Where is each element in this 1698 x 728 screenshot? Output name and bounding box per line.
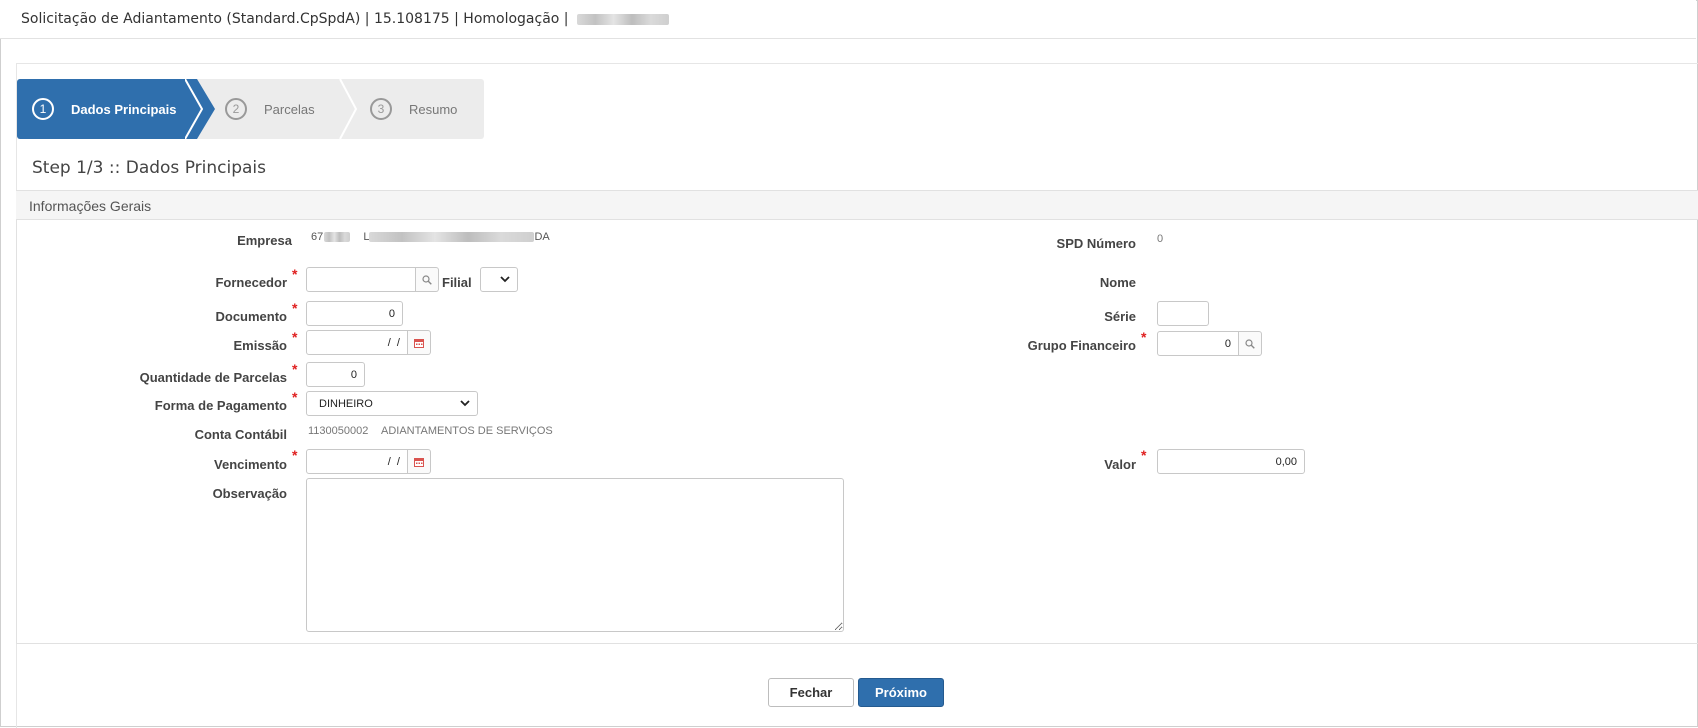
required-mark: * [292, 266, 298, 282]
documento-label: Documento [215, 309, 288, 324]
step-divider [185, 79, 203, 139]
empresa-code: 67 [311, 231, 324, 243]
magnifier-icon [1245, 338, 1255, 349]
wizard-steps: 1 Dados Principais 2 Parcelas 3 Resumo [17, 79, 484, 139]
step-number-2: 2 [225, 98, 247, 120]
required-mark: * [292, 361, 298, 377]
chevron-down-icon [500, 276, 510, 283]
calendar-icon [414, 457, 424, 467]
step-divider [339, 79, 357, 139]
quantidade-parcelas-input[interactable] [306, 362, 365, 387]
serie-label: Série [1104, 309, 1136, 324]
required-mark: * [1141, 447, 1147, 463]
step-label-1: Dados Principais [71, 101, 177, 117]
spd-numero-label: SPD Número [1056, 236, 1136, 251]
required-mark: * [292, 329, 298, 345]
forma-pagamento-select[interactable]: DINHEIRO [306, 391, 478, 416]
filial-select[interactable] [480, 267, 518, 292]
filial-label: Filial [442, 275, 472, 290]
step-number-3: 3 [370, 98, 392, 120]
emissao-label: Emissão [233, 338, 287, 353]
nome-label: Nome [1099, 275, 1136, 290]
redacted [324, 232, 351, 243]
step-number-1: 1 [32, 98, 54, 120]
fornecedor-label: Fornecedor [215, 275, 287, 290]
serie-input[interactable] [1157, 301, 1209, 326]
step-title: Step 1/3 :: Dados Principais [32, 158, 266, 178]
quantidade-parcelas-label: Quantidade de Parcelas [139, 370, 287, 385]
window-title: Solicitação de Adiantamento (Standard.Cp… [21, 11, 669, 27]
observacao-label: Observação [212, 486, 287, 501]
forma-pagamento-label: Forma de Pagamento [154, 398, 287, 413]
step-label-3: Resumo [409, 101, 458, 117]
fornecedor-search-button[interactable] [416, 267, 439, 292]
required-mark: * [292, 447, 298, 463]
vencimento-date-input[interactable] [306, 449, 408, 474]
emissao-calendar-button[interactable] [408, 330, 431, 355]
required-mark: * [1141, 329, 1147, 345]
grupo-financeiro-search-button[interactable] [1239, 331, 1262, 356]
emissao-date-input[interactable] [306, 330, 408, 355]
valor-input[interactable] [1157, 449, 1305, 474]
empresa-name-suffix: DA [534, 231, 550, 243]
wizard-step-3[interactable]: 3 Resumo [370, 79, 457, 139]
valor-label: Valor [1104, 457, 1136, 472]
title-bar: Solicitação de Adiantamento (Standard.Cp… [0, 0, 1696, 39]
section-title: Informações Gerais [29, 198, 152, 214]
required-mark: * [292, 389, 298, 405]
grupo-financeiro-label: Grupo Financeiro [1027, 338, 1136, 353]
step-label-2: Parcelas [264, 101, 315, 117]
empresa-label: Empresa [237, 233, 292, 248]
grupo-financeiro-input[interactable] [1157, 331, 1239, 356]
redacted-user [576, 13, 669, 25]
conta-contabil-code: 1130050002 [308, 425, 369, 437]
calendar-icon [414, 338, 424, 348]
observacao-textarea[interactable] [306, 478, 844, 632]
forma-pagamento-value: DINHEIRO [319, 398, 373, 410]
empresa-value: 67 L DA [311, 231, 550, 243]
vencimento-calendar-button[interactable] [408, 449, 431, 474]
wizard-step-1[interactable]: 1 Dados Principais [17, 79, 215, 139]
conta-contabil-description: ADIANTAMENTOS DE SERVIÇOS [381, 425, 553, 437]
proximo-button[interactable]: Próximo [858, 678, 944, 707]
fechar-button[interactable]: Fechar [768, 678, 854, 707]
section-header: Informações Gerais [16, 190, 1698, 220]
conta-contabil-label: Conta Contábil [194, 427, 287, 442]
required-mark: * [292, 300, 298, 316]
redacted [369, 232, 535, 243]
wizard-step-2[interactable]: 2 Parcelas [225, 79, 315, 139]
vencimento-label: Vencimento [214, 457, 287, 472]
window-title-text: Solicitação de Adiantamento (Standard.Cp… [21, 11, 569, 27]
chevron-down-icon [460, 400, 470, 407]
magnifier-icon [422, 274, 432, 285]
fornecedor-input[interactable] [306, 267, 416, 292]
spd-numero-value: 0 [1157, 233, 1164, 245]
documento-input[interactable] [306, 301, 403, 326]
